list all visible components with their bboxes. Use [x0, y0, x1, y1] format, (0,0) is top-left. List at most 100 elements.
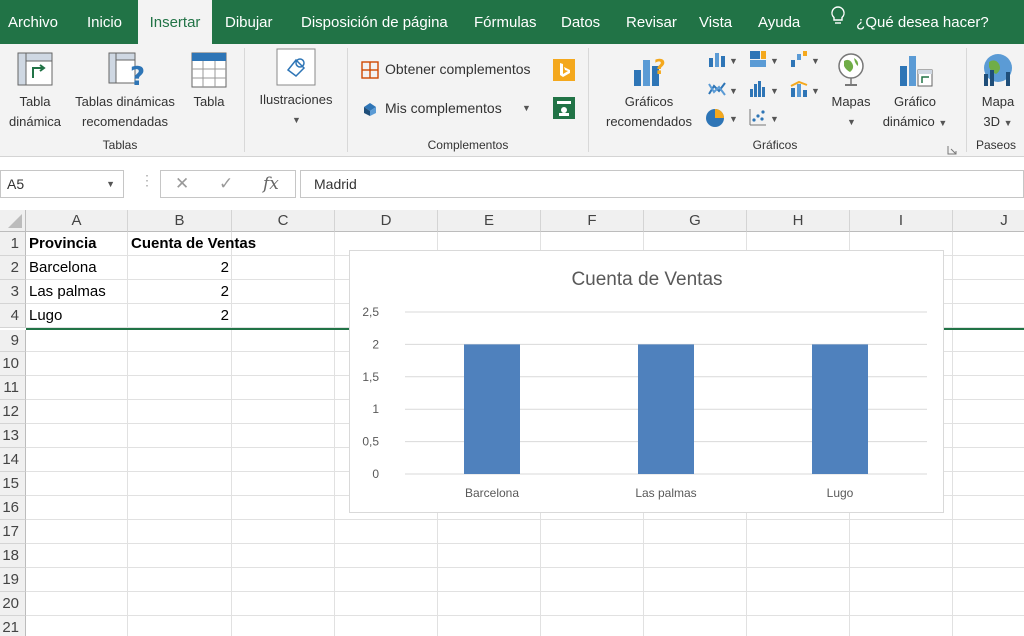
cell-B3[interactable]: 2 [128, 280, 232, 304]
insert-function-icon[interactable]: fx [263, 171, 279, 197]
row-header-16[interactable]: 16 [0, 496, 26, 520]
column-header-I[interactable]: I [850, 210, 953, 232]
obtener-complementos-button[interactable]: Obtener complementos [385, 59, 531, 79]
tab-ayuda[interactable]: Ayuda [758, 0, 800, 44]
column-header-A[interactable]: A [26, 210, 128, 232]
row-header-2[interactable]: 2 [0, 256, 26, 280]
illustrations-icon [276, 48, 316, 91]
line-chart-icon[interactable] [708, 80, 726, 98]
row-header-19[interactable]: 19 [0, 568, 26, 592]
chart-title[interactable]: Cuenta de Ventas [571, 269, 722, 290]
row-header-21[interactable]: 21 [0, 616, 26, 636]
tab-formulas[interactable]: Fórmulas [474, 0, 537, 44]
mapa-3d-label-2: 3D [983, 114, 1001, 129]
tab-dibujar[interactable]: Dibujar [225, 0, 273, 44]
column-header-H[interactable]: H [747, 210, 850, 232]
cell-B4[interactable]: 2 [128, 304, 232, 328]
ribbon-separator [347, 48, 348, 152]
formula-bar-grip-icon[interactable]: ⋮ [140, 172, 154, 189]
row-header-1[interactable]: 1 [0, 232, 26, 256]
hierarchy-chart-icon[interactable] [749, 50, 767, 68]
tab-datos[interactable]: Datos [561, 0, 600, 44]
bing-icon[interactable] [553, 59, 575, 81]
tabla-dinamica-button[interactable]: Tabla dinámica [2, 92, 68, 132]
chevron-down-icon: ▼ [770, 114, 779, 124]
row-header-13[interactable]: 13 [0, 424, 26, 448]
chart-bar-las-palmas[interactable] [638, 344, 694, 474]
row-header-14[interactable]: 14 [0, 448, 26, 472]
chevron-down-icon: ▼ [729, 86, 738, 96]
combo-chart-icon[interactable] [790, 80, 808, 98]
cell-A2[interactable]: Barcelona [26, 256, 128, 280]
grafico-dinamico-button[interactable]: Gráfico dinámico ▼ [874, 92, 956, 133]
cell-B2[interactable]: 2 [128, 256, 232, 280]
row-header-12[interactable]: 12 [0, 400, 26, 424]
graficos-recomendados-button[interactable]: Gráficos recomendados [596, 92, 702, 132]
name-box[interactable]: A5 ▼ [0, 170, 124, 198]
3d-map-icon [980, 52, 1016, 93]
column-chart-icon[interactable] [708, 50, 726, 68]
chevron-down-icon[interactable]: ▼ [106, 171, 115, 197]
cell-A3[interactable]: Las palmas [26, 280, 128, 304]
row-header-20[interactable]: 20 [0, 592, 26, 616]
row-header-11[interactable]: 11 [0, 376, 26, 400]
ilustraciones-button[interactable]: Ilustraciones [250, 90, 342, 110]
tablas-recomendadas-button[interactable]: Tablas dinámicas recomendadas [66, 92, 184, 132]
pivot-table-icon [17, 52, 53, 91]
chart-canvas: Cuenta de Ventas 0 0,5 1 1,5 2 2,5 Barcelona La… [362, 269, 927, 500]
chevron-down-icon: ▼ [847, 117, 856, 127]
tab-inicio[interactable]: Inicio [87, 0, 122, 44]
column-header-C[interactable]: C [232, 210, 335, 232]
row-gridline [26, 519, 1024, 520]
people-graph-icon[interactable] [553, 97, 575, 119]
statistic-chart-icon[interactable] [749, 80, 767, 98]
ribbon-separator [966, 48, 967, 152]
row-header-4[interactable]: 4 [0, 304, 26, 328]
mapa-3d-button[interactable]: Mapa 3D ▼ [972, 92, 1024, 133]
tablas-recomendadas-label-1: Tablas dinámicas [75, 94, 175, 109]
row-header-17[interactable]: 17 [0, 520, 26, 544]
formula-input[interactable]: Madrid [300, 170, 1024, 198]
tabla-button[interactable]: Tabla [186, 92, 232, 112]
cancel-icon[interactable]: ✕ [175, 171, 189, 197]
y-tick-label: 1,5 [362, 370, 379, 384]
column-header-B[interactable]: B [128, 210, 232, 232]
chevron-down-icon: ▼ [1003, 118, 1013, 128]
mapas-button[interactable]: Mapas [826, 92, 876, 112]
row-gridline [26, 615, 1024, 616]
row-header-3[interactable]: 3 [0, 280, 26, 304]
waterfall-chart-icon[interactable] [790, 50, 808, 68]
dialog-launcher-icon[interactable] [947, 142, 957, 155]
row-header-15[interactable]: 15 [0, 472, 26, 496]
enter-icon[interactable]: ✓ [219, 171, 233, 197]
chart-bar-lugo[interactable] [812, 344, 868, 474]
tab-insertar[interactable]: Insertar [138, 0, 212, 44]
select-all-corner[interactable] [0, 210, 26, 232]
tab-vista[interactable]: Vista [699, 0, 732, 44]
mis-complementos-button[interactable]: Mis complementos [385, 98, 502, 118]
cell-A4[interactable]: Lugo [26, 304, 128, 328]
y-tick-label: 2,5 [362, 305, 379, 319]
column-header-D[interactable]: D [335, 210, 438, 232]
cell-A1[interactable]: Provincia [26, 232, 128, 256]
chevron-down-icon: ▼ [729, 56, 738, 66]
chart[interactable]: Cuenta de Ventas 0 0,5 1 1,5 2 2,5 Barcelona La… [349, 250, 944, 513]
tab-archivo[interactable]: Archivo [8, 0, 58, 44]
pie-chart-icon[interactable] [705, 108, 724, 127]
column-header-G[interactable]: G [644, 210, 747, 232]
graficos-recomendados-label-2: recomendados [606, 114, 692, 129]
chevron-down-icon: ▼ [770, 86, 779, 96]
cell-B1[interactable]: Cuenta de Ventas [128, 232, 328, 256]
tab-revisar[interactable]: Revisar [626, 0, 677, 44]
scatter-chart-icon[interactable] [749, 108, 767, 126]
row-header-18[interactable]: 18 [0, 544, 26, 568]
column-header-E[interactable]: E [438, 210, 541, 232]
column-header-J[interactable]: J [953, 210, 1024, 232]
row-header-10[interactable]: 10 [0, 352, 26, 376]
row-header-9[interactable]: 9 [0, 330, 26, 352]
tell-me-search[interactable]: ¿Qué desea hacer? [830, 0, 989, 44]
tab-disposicion[interactable]: Disposición de página [301, 0, 448, 44]
formula-buttons: ✕ ✓ fx [160, 170, 296, 198]
chart-bar-barcelona[interactable] [464, 344, 520, 474]
column-header-F[interactable]: F [541, 210, 644, 232]
